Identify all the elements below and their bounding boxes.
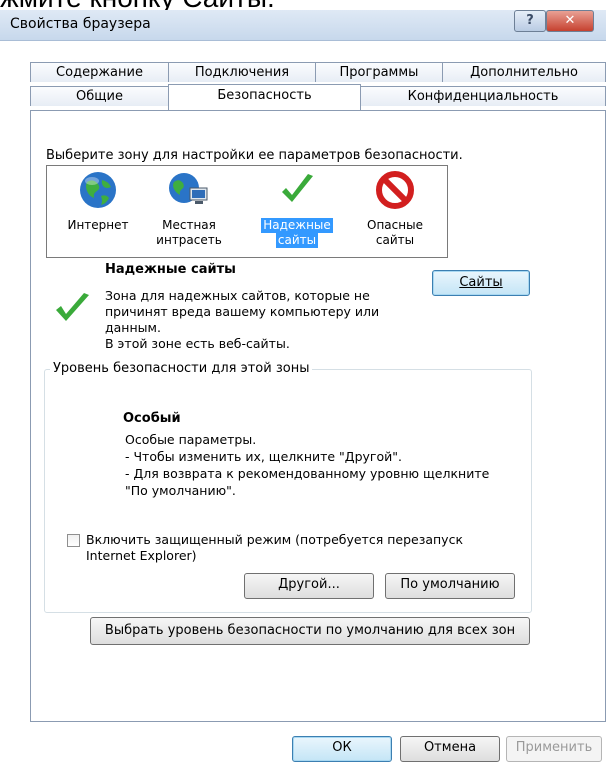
- zone-trusted-sites[interactable]: Надежные сайты: [255, 170, 339, 248]
- zone-intranet-label: Местная интрасеть: [156, 218, 222, 247]
- zone-restricted-label: Опасные сайты: [367, 218, 423, 247]
- security-level-group-label: Уровень безопасности для этой зоны: [50, 361, 313, 376]
- security-level-name: Особый: [123, 411, 181, 426]
- trusted-check-icon: [56, 293, 89, 321]
- tab-security[interactable]: Безопасность: [168, 84, 361, 110]
- tab-programs[interactable]: Программы: [315, 62, 443, 82]
- protected-mode-checkbox[interactable]: [67, 534, 80, 547]
- window-title: Свойства браузера: [10, 16, 151, 32]
- sites-button[interactable]: Сайты: [432, 270, 530, 296]
- title-bar: Свойства браузера ? ✕: [0, 10, 606, 41]
- zone-internet-label: Интернет: [67, 218, 129, 232]
- zone-internet[interactable]: Интернет: [56, 170, 140, 233]
- protected-mode-label: Включить защищенный режим (потребуется п…: [86, 532, 463, 563]
- checkmark-icon: [282, 174, 313, 202]
- tab-advanced[interactable]: Дополнительно: [442, 62, 606, 82]
- default-level-button[interactable]: По умолчанию: [385, 573, 515, 599]
- zone-info-description: Зона для надежных сайтов, которые не при…: [105, 288, 380, 351]
- custom-level-button[interactable]: Другой...: [244, 573, 374, 599]
- close-button[interactable]: ✕: [546, 10, 594, 32]
- no-sign-icon: [376, 171, 414, 209]
- help-button[interactable]: ?: [514, 10, 546, 32]
- zone-restricted-sites[interactable]: Опасные сайты: [353, 170, 437, 248]
- zone-info-title: Надежные сайты: [105, 262, 236, 277]
- globe-icon: [80, 172, 116, 208]
- zone-intranet[interactable]: Местная интрасеть: [147, 170, 231, 248]
- tab-privacy[interactable]: Конфиденциальность: [360, 86, 606, 106]
- intranet-icon: [169, 173, 208, 204]
- tab-general[interactable]: Общие: [30, 86, 169, 106]
- security-level-description: Особые параметры. - Чтобы изменить их, щ…: [125, 432, 490, 498]
- cancel-button[interactable]: Отмена: [400, 736, 500, 762]
- zones-prompt: Выберите зону для настройки ее параметро…: [46, 148, 463, 163]
- apply-button[interactable]: Применить: [506, 736, 602, 762]
- reset-all-zones-button[interactable]: Выбрать уровень безопасности по умолчани…: [90, 617, 530, 645]
- zone-trusted-label: Надежные сайты: [261, 218, 333, 248]
- tab-connections[interactable]: Подключения: [168, 62, 316, 82]
- ok-button[interactable]: ОК: [292, 736, 392, 762]
- tab-content[interactable]: Содержание: [30, 62, 169, 82]
